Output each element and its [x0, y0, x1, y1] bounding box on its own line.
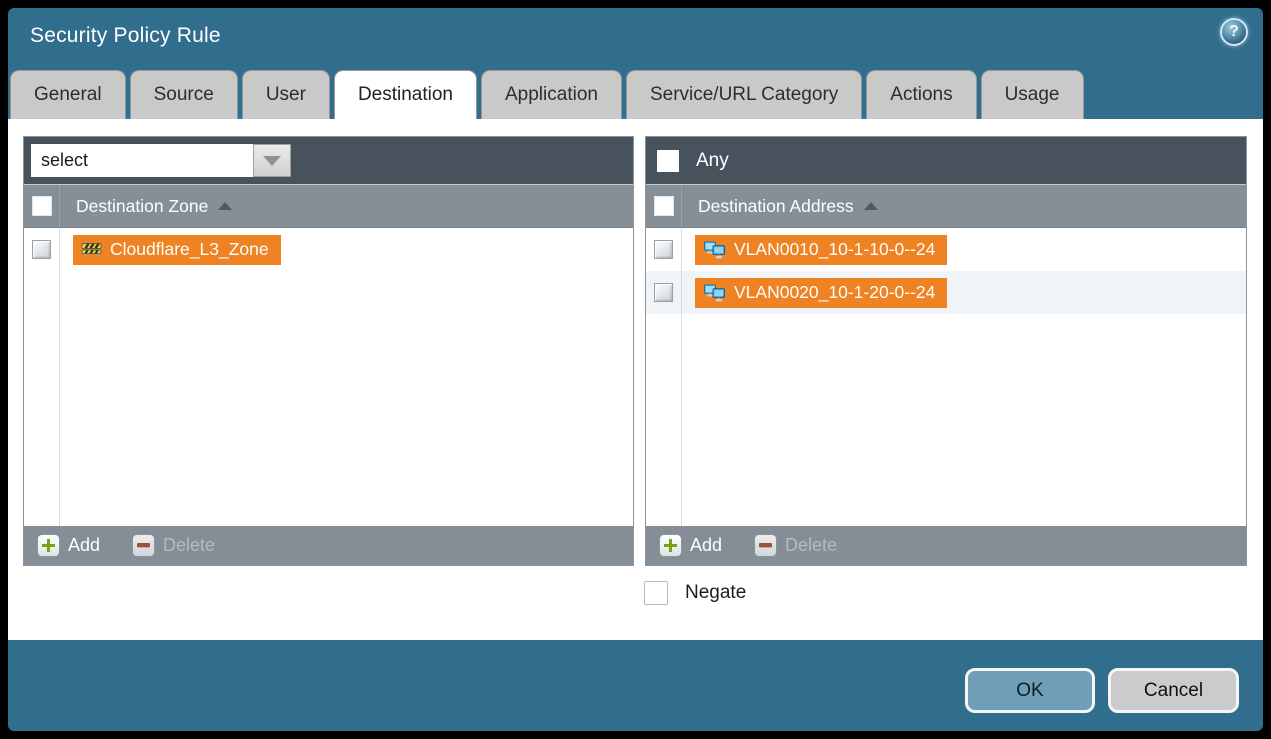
address-panel-header: Any [646, 137, 1246, 184]
network-icon [703, 284, 726, 302]
address-item-label: VLAN0010_10-1-10-0--24 [734, 239, 935, 260]
zone-filter-dropdown-button[interactable] [253, 144, 291, 177]
zone-panel-footer: Add Delete [24, 526, 633, 565]
zone-select-all-cell [24, 185, 60, 227]
add-address-label: Add [690, 535, 722, 556]
delete-icon [132, 534, 155, 557]
sort-asc-icon [864, 202, 878, 210]
tab-user[interactable]: User [242, 70, 330, 119]
address-item[interactable]: VLAN0020_10-1-20-0--24 [695, 278, 947, 308]
zone-filter-combobox[interactable] [31, 144, 291, 177]
add-icon [659, 534, 682, 557]
negate-control: Negate [644, 581, 746, 605]
zone-filter-input[interactable] [31, 144, 253, 177]
ok-button[interactable]: OK [965, 668, 1095, 713]
zone-row-checkbox[interactable] [32, 240, 51, 259]
dialog-title: Security Policy Rule [30, 24, 221, 48]
address-select-all-checkbox[interactable] [654, 196, 674, 216]
negate-checkbox[interactable] [644, 581, 668, 605]
any-address-checkbox[interactable] [657, 150, 679, 172]
delete-icon [754, 534, 777, 557]
delete-address-label: Delete [785, 535, 837, 556]
delete-zone-button[interactable]: Delete [132, 534, 215, 557]
address-column-header-row: Destination Address [646, 184, 1246, 228]
zone-icon [81, 241, 102, 258]
zone-row-check-cell [24, 228, 59, 271]
add-zone-label: Add [68, 535, 100, 556]
zone-column-header[interactable]: Destination Zone [76, 196, 208, 217]
address-item[interactable]: VLAN0010_10-1-10-0--24 [695, 235, 947, 265]
zone-item-label: Cloudflare_L3_Zone [110, 239, 269, 260]
tab-destination[interactable]: Destination [334, 70, 477, 119]
zone-item[interactable]: Cloudflare_L3_Zone [73, 235, 281, 265]
negate-label: Negate [685, 582, 746, 604]
address-column-header[interactable]: Destination Address [698, 196, 854, 217]
zone-panel-header [24, 137, 633, 184]
add-icon [37, 534, 60, 557]
destination-tab-content: Destination Zone [8, 119, 1263, 640]
destination-zone-panel: Destination Zone [23, 136, 634, 566]
dialog-action-bar: OK Cancel [965, 668, 1239, 713]
any-address-label: Any [696, 150, 729, 172]
tab-source[interactable]: Source [130, 70, 238, 119]
delete-zone-label: Delete [163, 535, 215, 556]
address-panel-footer: Add Delete [646, 526, 1246, 565]
delete-address-button[interactable]: Delete [754, 534, 837, 557]
tab-usage[interactable]: Usage [981, 70, 1084, 119]
address-row-checkbox[interactable] [654, 283, 673, 302]
address-row-checkbox[interactable] [654, 240, 673, 259]
address-list: VLAN0010_10-1-10-0--24 [646, 228, 1246, 526]
tab-general[interactable]: General [10, 70, 126, 119]
zone-column-header-row: Destination Zone [24, 184, 633, 228]
zone-row[interactable]: Cloudflare_L3_Zone [24, 228, 633, 271]
cancel-button[interactable]: Cancel [1108, 668, 1239, 713]
security-policy-rule-dialog: Security Policy Rule ? General Source Us… [8, 8, 1263, 731]
tab-bar: General Source User Destination Applicat… [10, 70, 1084, 119]
address-row-check-cell [646, 271, 681, 314]
add-zone-button[interactable]: Add [37, 534, 100, 557]
sort-asc-icon [218, 202, 232, 210]
address-row[interactable]: VLAN0010_10-1-10-0--24 [646, 228, 1246, 271]
address-row-check-cell [646, 228, 681, 271]
zone-select-all-checkbox[interactable] [32, 196, 52, 216]
help-icon[interactable]: ? [1220, 18, 1248, 46]
address-select-all-cell [646, 185, 682, 227]
add-address-button[interactable]: Add [659, 534, 722, 557]
address-row[interactable]: VLAN0020_10-1-20-0--24 [646, 271, 1246, 314]
tab-actions[interactable]: Actions [866, 70, 976, 119]
zone-list: Cloudflare_L3_Zone [24, 228, 633, 526]
destination-address-panel: Any Destination Address [645, 136, 1247, 566]
tab-application[interactable]: Application [481, 70, 622, 119]
tab-service-url-category[interactable]: Service/URL Category [626, 70, 862, 119]
chevron-down-icon [263, 156, 281, 166]
address-item-label: VLAN0020_10-1-20-0--24 [734, 282, 935, 303]
network-icon [703, 241, 726, 259]
